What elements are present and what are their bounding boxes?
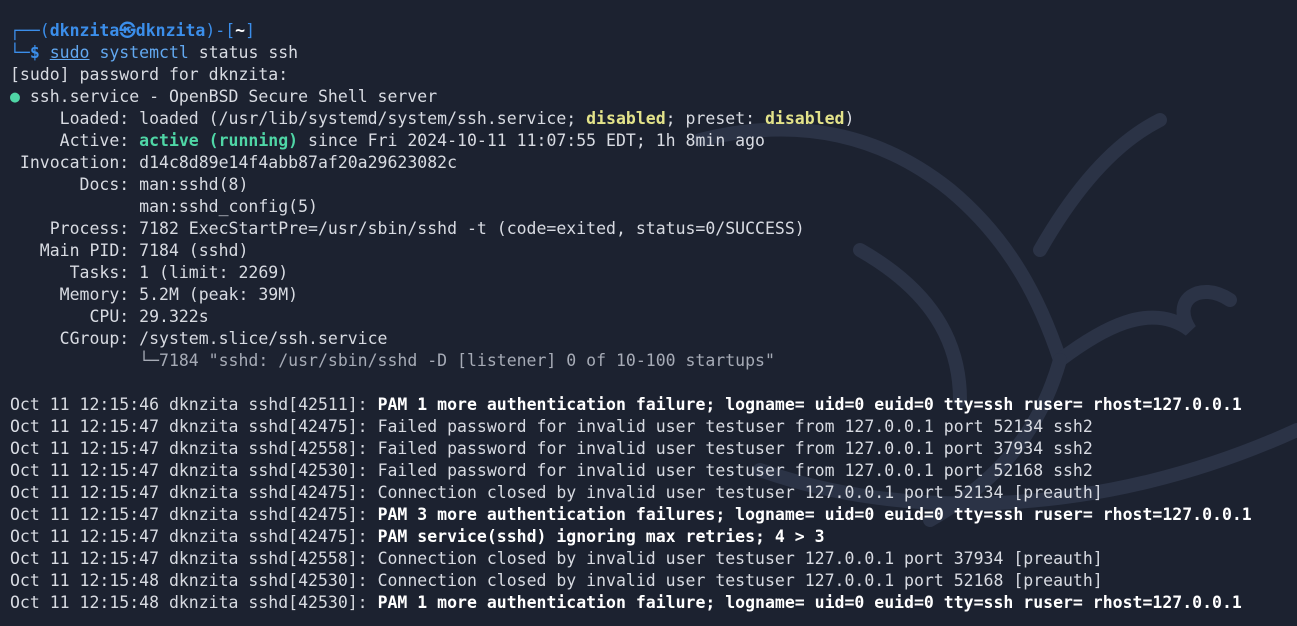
log-message: Failed password for invalid user testuse… (377, 461, 1093, 480)
command-sudo: sudo (49, 43, 90, 62)
log-prefix: Oct 11 12:15:48 dknzita sshd[42530]: (10, 571, 378, 590)
prompt-cwd: ~ (235, 21, 246, 40)
status-bullet-icon: ● (10, 87, 20, 106)
log-prefix: Oct 11 12:15:48 dknzita sshd[42530]: (10, 593, 378, 612)
log-message: Failed password for invalid user testuse… (377, 439, 1093, 458)
command-systemctl: systemctl (99, 43, 189, 62)
memory-line: Memory: 5.2M (peak: 39M) (10, 285, 299, 304)
cgroup-child-line: └─7184 "sshd: /usr/sbin/sshd -D [listene… (10, 351, 775, 370)
loaded-line: Loaded: loaded (/usr/lib/systemd/system/… (10, 108, 1297, 130)
docs-line-2: man:sshd_config(5) (10, 197, 318, 216)
log-entry: Oct 11 12:15:47 dknzita sshd[42475]: PAM… (10, 504, 1297, 526)
prompt-corner: ┌──( (10, 21, 50, 40)
log-entry: Oct 11 12:15:48 dknzita sshd[42530]: PAM… (10, 592, 1297, 614)
log-entry: Oct 11 12:15:47 dknzita sshd[42475]: Fai… (10, 416, 1297, 438)
log-entry: Oct 11 12:15:47 dknzita sshd[42475]: PAM… (10, 526, 1297, 548)
active-since: since Fri 2024-10-11 11:07:55 EDT; 1h 8m… (298, 131, 765, 150)
log-entry: Oct 11 12:15:48 dknzita sshd[42530]: Con… (10, 570, 1297, 592)
active-line: Active: active (running) since Fri 2024-… (10, 130, 1297, 152)
log-message: PAM service(sshd) ignoring max retries; … (377, 527, 825, 546)
sudo-password-prompt: [sudo] password for dknzita: (10, 65, 289, 84)
log-prefix: Oct 11 12:15:46 dknzita sshd[42511]: (10, 395, 378, 414)
log-prefix: Oct 11 12:15:47 dknzita sshd[42475]: (10, 417, 378, 436)
prompt-user: dknzita (49, 21, 120, 40)
cgroup-line: CGroup: /system.slice/ssh.service (10, 329, 388, 348)
prompt-corner-bottom: └─ (10, 43, 30, 62)
prompt-host: dknzita (135, 21, 206, 40)
log-message: PAM 3 more authentication failures; logn… (377, 505, 1252, 524)
invocation-line: Invocation: d14c8d89e14f4abb87af20a29623… (10, 153, 458, 172)
prompt-bracket-end: ] (245, 21, 256, 40)
log-entry: Oct 11 12:15:47 dknzita sshd[42558]: Con… (10, 548, 1297, 570)
loaded-end: ) (844, 109, 855, 128)
log-entry: Oct 11 12:15:47 dknzita sshd[42475]: Con… (10, 482, 1297, 504)
terminal-output: ┌──(dknzita㉿dknzita)-[~] └─$ sudo system… (10, 20, 1297, 614)
prompt-at-icon: ㉿ (119, 21, 136, 40)
log-prefix: Oct 11 12:15:47 dknzita sshd[42558]: (10, 439, 378, 458)
log-message: Connection closed by invalid user testus… (377, 571, 1103, 590)
log-prefix: Oct 11 12:15:47 dknzita sshd[42475]: (10, 527, 378, 546)
log-message: Failed password for invalid user testuse… (377, 417, 1093, 436)
command-args: status ssh (188, 43, 299, 62)
loaded-label: Loaded: (10, 109, 140, 128)
log-prefix: Oct 11 12:15:47 dknzita sshd[42475]: (10, 505, 378, 524)
tasks-line: Tasks: 1 (limit: 2269) (10, 263, 289, 282)
loaded-preset: disabled (765, 109, 845, 128)
log-entry: Oct 11 12:15:47 dknzita sshd[42530]: Fai… (10, 460, 1297, 482)
active-label: Active: (10, 131, 140, 150)
journal-log-list: Oct 11 12:15:46 dknzita sshd[42511]: PAM… (10, 394, 1297, 614)
log-message: PAM 1 more authentication failure; logna… (377, 593, 1242, 612)
loaded-path: loaded (/usr/lib/systemd/system/ssh.serv… (139, 109, 587, 128)
loaded-preset-label: ; preset: (665, 109, 765, 128)
service-title: ● ssh.service - OpenBSD Secure Shell ser… (10, 86, 1297, 108)
prompt-header: ┌──(dknzita㉿dknzita)-[~] (10, 20, 1297, 42)
log-message: Connection closed by invalid user testus… (377, 483, 1103, 502)
prompt-separator: )-[ (205, 21, 236, 40)
process-line: Process: 7182 ExecStartPre=/usr/sbin/ssh… (10, 219, 805, 238)
log-message: PAM 1 more authentication failure; logna… (377, 395, 1242, 414)
main-pid-line: Main PID: 7184 (sshd) (10, 241, 249, 260)
docs-line: Docs: man:sshd(8) (10, 175, 249, 194)
prompt-dollar: $ (29, 43, 50, 62)
log-prefix: Oct 11 12:15:47 dknzita sshd[42530]: (10, 461, 378, 480)
log-message: Connection closed by invalid user testus… (377, 549, 1103, 568)
cpu-line: CPU: 29.322s (10, 307, 209, 326)
loaded-state: disabled (586, 109, 666, 128)
command-line[interactable]: └─$ sudo systemctl status ssh (10, 42, 1297, 64)
log-entry: Oct 11 12:15:47 dknzita sshd[42558]: Fai… (10, 438, 1297, 460)
active-state: active (running) (139, 131, 299, 150)
log-prefix: Oct 11 12:15:47 dknzita sshd[42475]: (10, 483, 378, 502)
log-entry: Oct 11 12:15:46 dknzita sshd[42511]: PAM… (10, 394, 1297, 416)
service-title-text: ssh.service - OpenBSD Secure Shell serve… (19, 87, 438, 106)
log-prefix: Oct 11 12:15:47 dknzita sshd[42558]: (10, 549, 378, 568)
